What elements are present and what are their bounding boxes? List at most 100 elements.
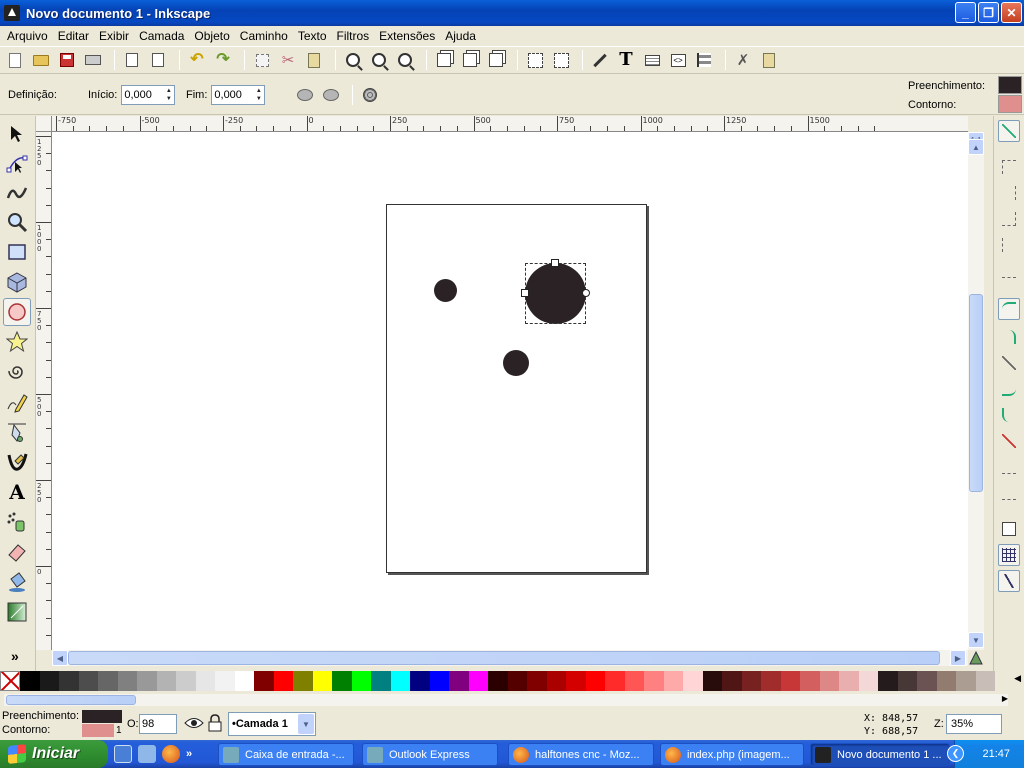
palette-swatch[interactable] bbox=[878, 671, 898, 691]
palette-swatch[interactable] bbox=[59, 671, 79, 691]
layers-button[interactable] bbox=[641, 49, 663, 71]
snap-nodes-button[interactable] bbox=[998, 298, 1020, 320]
palette-swatch[interactable] bbox=[624, 671, 644, 691]
menu-extensoes[interactable]: Extensões bbox=[374, 29, 440, 43]
gradient-tool[interactable] bbox=[3, 598, 31, 626]
palette-swatch[interactable] bbox=[117, 671, 137, 691]
task-index-php[interactable]: index.php (imagem... bbox=[660, 743, 804, 766]
palette-swatch[interactable] bbox=[956, 671, 976, 691]
palette-swatch[interactable] bbox=[98, 671, 118, 691]
palette-swatch[interactable] bbox=[429, 671, 449, 691]
palette-swatch[interactable] bbox=[195, 671, 215, 691]
palette-menu-icon[interactable]: ◀ bbox=[1014, 673, 1021, 684]
menu-filtros[interactable]: Filtros bbox=[332, 29, 375, 43]
down-arrow-icon[interactable]: ▼ bbox=[164, 95, 173, 103]
snap-centers-button[interactable] bbox=[998, 456, 1020, 478]
palette-swatch[interactable] bbox=[663, 671, 683, 691]
task-inkscape[interactable]: Novo documento 1 ... bbox=[810, 743, 950, 766]
up-arrow-icon[interactable]: ▲ bbox=[164, 87, 173, 95]
tweak-tool[interactable] bbox=[3, 178, 31, 206]
vertical-scrollbar[interactable]: 1:1 ▲ ▼ bbox=[968, 132, 984, 650]
palette-swatch[interactable] bbox=[293, 671, 313, 691]
palette-swatch[interactable] bbox=[644, 671, 664, 691]
task-caixa-de-entrada[interactable]: Caixa de entrada -... bbox=[218, 743, 354, 766]
undo-button[interactable]: ↶ bbox=[186, 49, 208, 71]
palette-swatch[interactable] bbox=[858, 671, 878, 691]
quicklaunch-explorer-icon[interactable] bbox=[138, 745, 156, 763]
menu-arquivo[interactable]: Arquivo bbox=[2, 29, 53, 43]
new-document-button[interactable] bbox=[4, 49, 26, 71]
status-fill-swatch[interactable] bbox=[82, 710, 122, 723]
copy-button[interactable] bbox=[251, 49, 273, 71]
canvas[interactable] bbox=[52, 132, 968, 650]
vertical-scroll-thumb[interactable] bbox=[969, 294, 983, 492]
palette-swatch[interactable] bbox=[839, 671, 859, 691]
open-arc-button[interactable] bbox=[320, 84, 342, 106]
palette-swatch[interactable] bbox=[20, 671, 40, 691]
palette-swatch[interactable] bbox=[722, 671, 742, 691]
zoom-tool[interactable] bbox=[3, 208, 31, 236]
palette-swatch[interactable] bbox=[683, 671, 703, 691]
save-button[interactable] bbox=[56, 49, 78, 71]
snap-cusp-nodes-button[interactable] bbox=[998, 378, 1020, 400]
snap-midpoints-button[interactable] bbox=[998, 430, 1020, 452]
scroll-left-button[interactable]: ◀ bbox=[52, 650, 68, 666]
snap-page-border-button[interactable] bbox=[998, 518, 1020, 540]
selector-tool[interactable] bbox=[3, 120, 31, 148]
up-arrow-icon[interactable]: ▲ bbox=[254, 87, 263, 95]
end-angle-input[interactable]: 0,000 ▲ ▼ bbox=[211, 85, 266, 105]
show-desktop-icon[interactable] bbox=[114, 745, 132, 763]
stroke-swatch[interactable] bbox=[998, 95, 1022, 113]
spiral-tool[interactable] bbox=[3, 358, 31, 386]
menu-editar[interactable]: Editar bbox=[53, 29, 94, 43]
snap-bbox-edge-button[interactable] bbox=[998, 182, 1020, 204]
palette-swatch[interactable] bbox=[449, 671, 469, 691]
palette-scrollbar[interactable]: ▶ bbox=[4, 694, 1008, 706]
snap-intersections-button[interactable] bbox=[998, 352, 1020, 374]
snap-smooth-nodes-button[interactable] bbox=[998, 404, 1020, 426]
xml-editor-button[interactable]: <> bbox=[667, 49, 689, 71]
down-arrow-icon[interactable]: ▼ bbox=[254, 95, 263, 103]
snap-guides-button[interactable] bbox=[998, 570, 1020, 592]
palette-swatch[interactable] bbox=[39, 671, 59, 691]
chevron-down-icon[interactable]: ▼ bbox=[298, 714, 314, 734]
opacity-input[interactable]: 98 bbox=[139, 714, 177, 734]
tray-expand-icon[interactable]: ❮ bbox=[947, 745, 964, 762]
menu-caminho[interactable]: Caminho bbox=[235, 29, 293, 43]
menu-camada[interactable]: Camada bbox=[134, 29, 189, 43]
eye-visibility-icon[interactable] bbox=[184, 716, 204, 730]
scroll-right-button[interactable]: ▶ bbox=[950, 650, 966, 666]
palette-swatch[interactable] bbox=[761, 671, 781, 691]
calligraphy-tool[interactable] bbox=[3, 448, 31, 476]
start-button[interactable]: Iniciar bbox=[0, 740, 108, 768]
document-properties-button[interactable] bbox=[758, 49, 780, 71]
vertical-ruler[interactable]: 1250 1000 750 500 250 0 bbox=[36, 132, 52, 650]
horizontal-scroll-thumb[interactable] bbox=[68, 651, 940, 665]
ellipse-rx-handle[interactable] bbox=[521, 289, 529, 297]
palette-swatch[interactable] bbox=[410, 671, 430, 691]
zoom-selection-button[interactable] bbox=[342, 49, 364, 71]
snap-bbox-corner-button[interactable] bbox=[998, 208, 1020, 230]
palette-swatch[interactable] bbox=[468, 671, 488, 691]
3d-box-tool[interactable] bbox=[3, 268, 31, 296]
menu-ajuda[interactable]: Ajuda bbox=[440, 29, 481, 43]
circle-small-left[interactable] bbox=[434, 279, 457, 302]
snap-toggle-button[interactable] bbox=[998, 120, 1020, 142]
palette-swatch[interactable] bbox=[312, 671, 332, 691]
closed-arc-button[interactable] bbox=[294, 84, 316, 106]
palette-swatch[interactable] bbox=[332, 671, 352, 691]
scroll-up-button[interactable]: ▲ bbox=[968, 139, 984, 155]
palette-swatch[interactable] bbox=[176, 671, 196, 691]
pen-tool[interactable] bbox=[3, 418, 31, 446]
palette-swatch[interactable] bbox=[507, 671, 527, 691]
make-whole-button[interactable] bbox=[359, 84, 381, 106]
lock-icon[interactable] bbox=[208, 714, 222, 732]
paint-bucket-tool[interactable] bbox=[3, 568, 31, 596]
palette-swatch[interactable] bbox=[605, 671, 625, 691]
status-stroke-swatch[interactable] bbox=[82, 724, 114, 737]
snap-bbox-button[interactable] bbox=[998, 156, 1020, 178]
close-button[interactable]: ✕ bbox=[1001, 2, 1022, 23]
horizontal-ruler[interactable]: -750 -500 -250 0 250 500 750 1000 1250 1500 bbox=[52, 116, 968, 132]
paste-button[interactable] bbox=[303, 49, 325, 71]
palette-swatch[interactable] bbox=[780, 671, 800, 691]
